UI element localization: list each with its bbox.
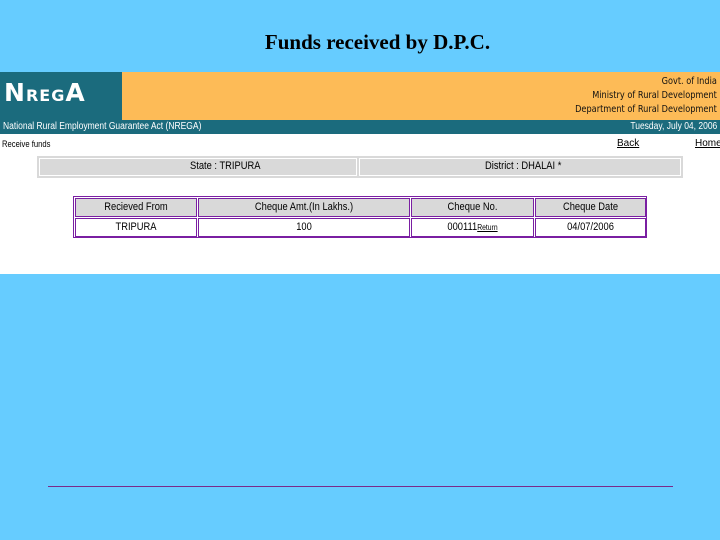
act-name: National Rural Employment Guarantee Act … [3, 121, 202, 132]
table-cell-amount: 100 [198, 218, 410, 237]
column-header: Cheque No. [411, 198, 534, 217]
column-header: Recieved From [75, 198, 197, 217]
home-link[interactable]: Home [695, 138, 720, 149]
nrega-logo: NREGA [0, 72, 122, 120]
column-header: Cheque Date [535, 198, 646, 217]
location-bar: State : TRIPURA District : DHALAI * [37, 156, 683, 178]
cheque-number: 000111 [447, 221, 478, 233]
ministry-panel: Govt. of India Ministry of Rural Develop… [122, 72, 720, 120]
govt-label: Govt. of India [661, 76, 717, 87]
state-cell: State : TRIPURA [39, 158, 357, 176]
ministry-label: Ministry of Rural Development [592, 90, 717, 101]
table-cell-cheque-no: 000111Return [411, 218, 534, 237]
logo-letter-n: N [4, 78, 26, 107]
nav-row: Receive funds Back Home [0, 138, 720, 153]
logo-text: NREGA [4, 78, 86, 107]
table-cell-date: 04/07/2006 [535, 218, 646, 237]
logo-letter-g: G [51, 86, 66, 105]
nrega-screenshot: NREGA Govt. of India Ministry of Rural D… [0, 72, 720, 274]
funds-table: Recieved From Cheque Amt.(In Lakhs.) Che… [73, 196, 647, 238]
act-bar: National Rural Employment Guarantee Act … [0, 120, 720, 134]
logo-letter-r: R [25, 86, 40, 105]
current-date: Tuesday, July 04, 2006 [630, 121, 717, 132]
department-label: Department of Rural Development [575, 104, 717, 115]
logo-letter-e: E [39, 86, 52, 105]
page-label: Receive funds [2, 139, 51, 149]
slide-title: Funds received by D.P.C. [264, 30, 491, 54]
state-text: State : TRIPURA [190, 160, 261, 172]
district-cell: District : DHALAI * [359, 158, 681, 176]
column-header: Cheque Amt.(In Lakhs.) [198, 198, 410, 217]
logo-letter-a: A [65, 78, 86, 107]
footer-divider [48, 486, 673, 487]
back-link[interactable]: Back [617, 138, 639, 149]
district-text: District : DHALAI * [485, 160, 562, 172]
nrega-banner: NREGA Govt. of India Ministry of Rural D… [0, 72, 720, 120]
table-cell-from: TRIPURA [75, 218, 197, 237]
ministry-lines: Govt. of India Ministry of Rural Develop… [575, 75, 717, 117]
return-link[interactable]: Return [477, 223, 497, 232]
